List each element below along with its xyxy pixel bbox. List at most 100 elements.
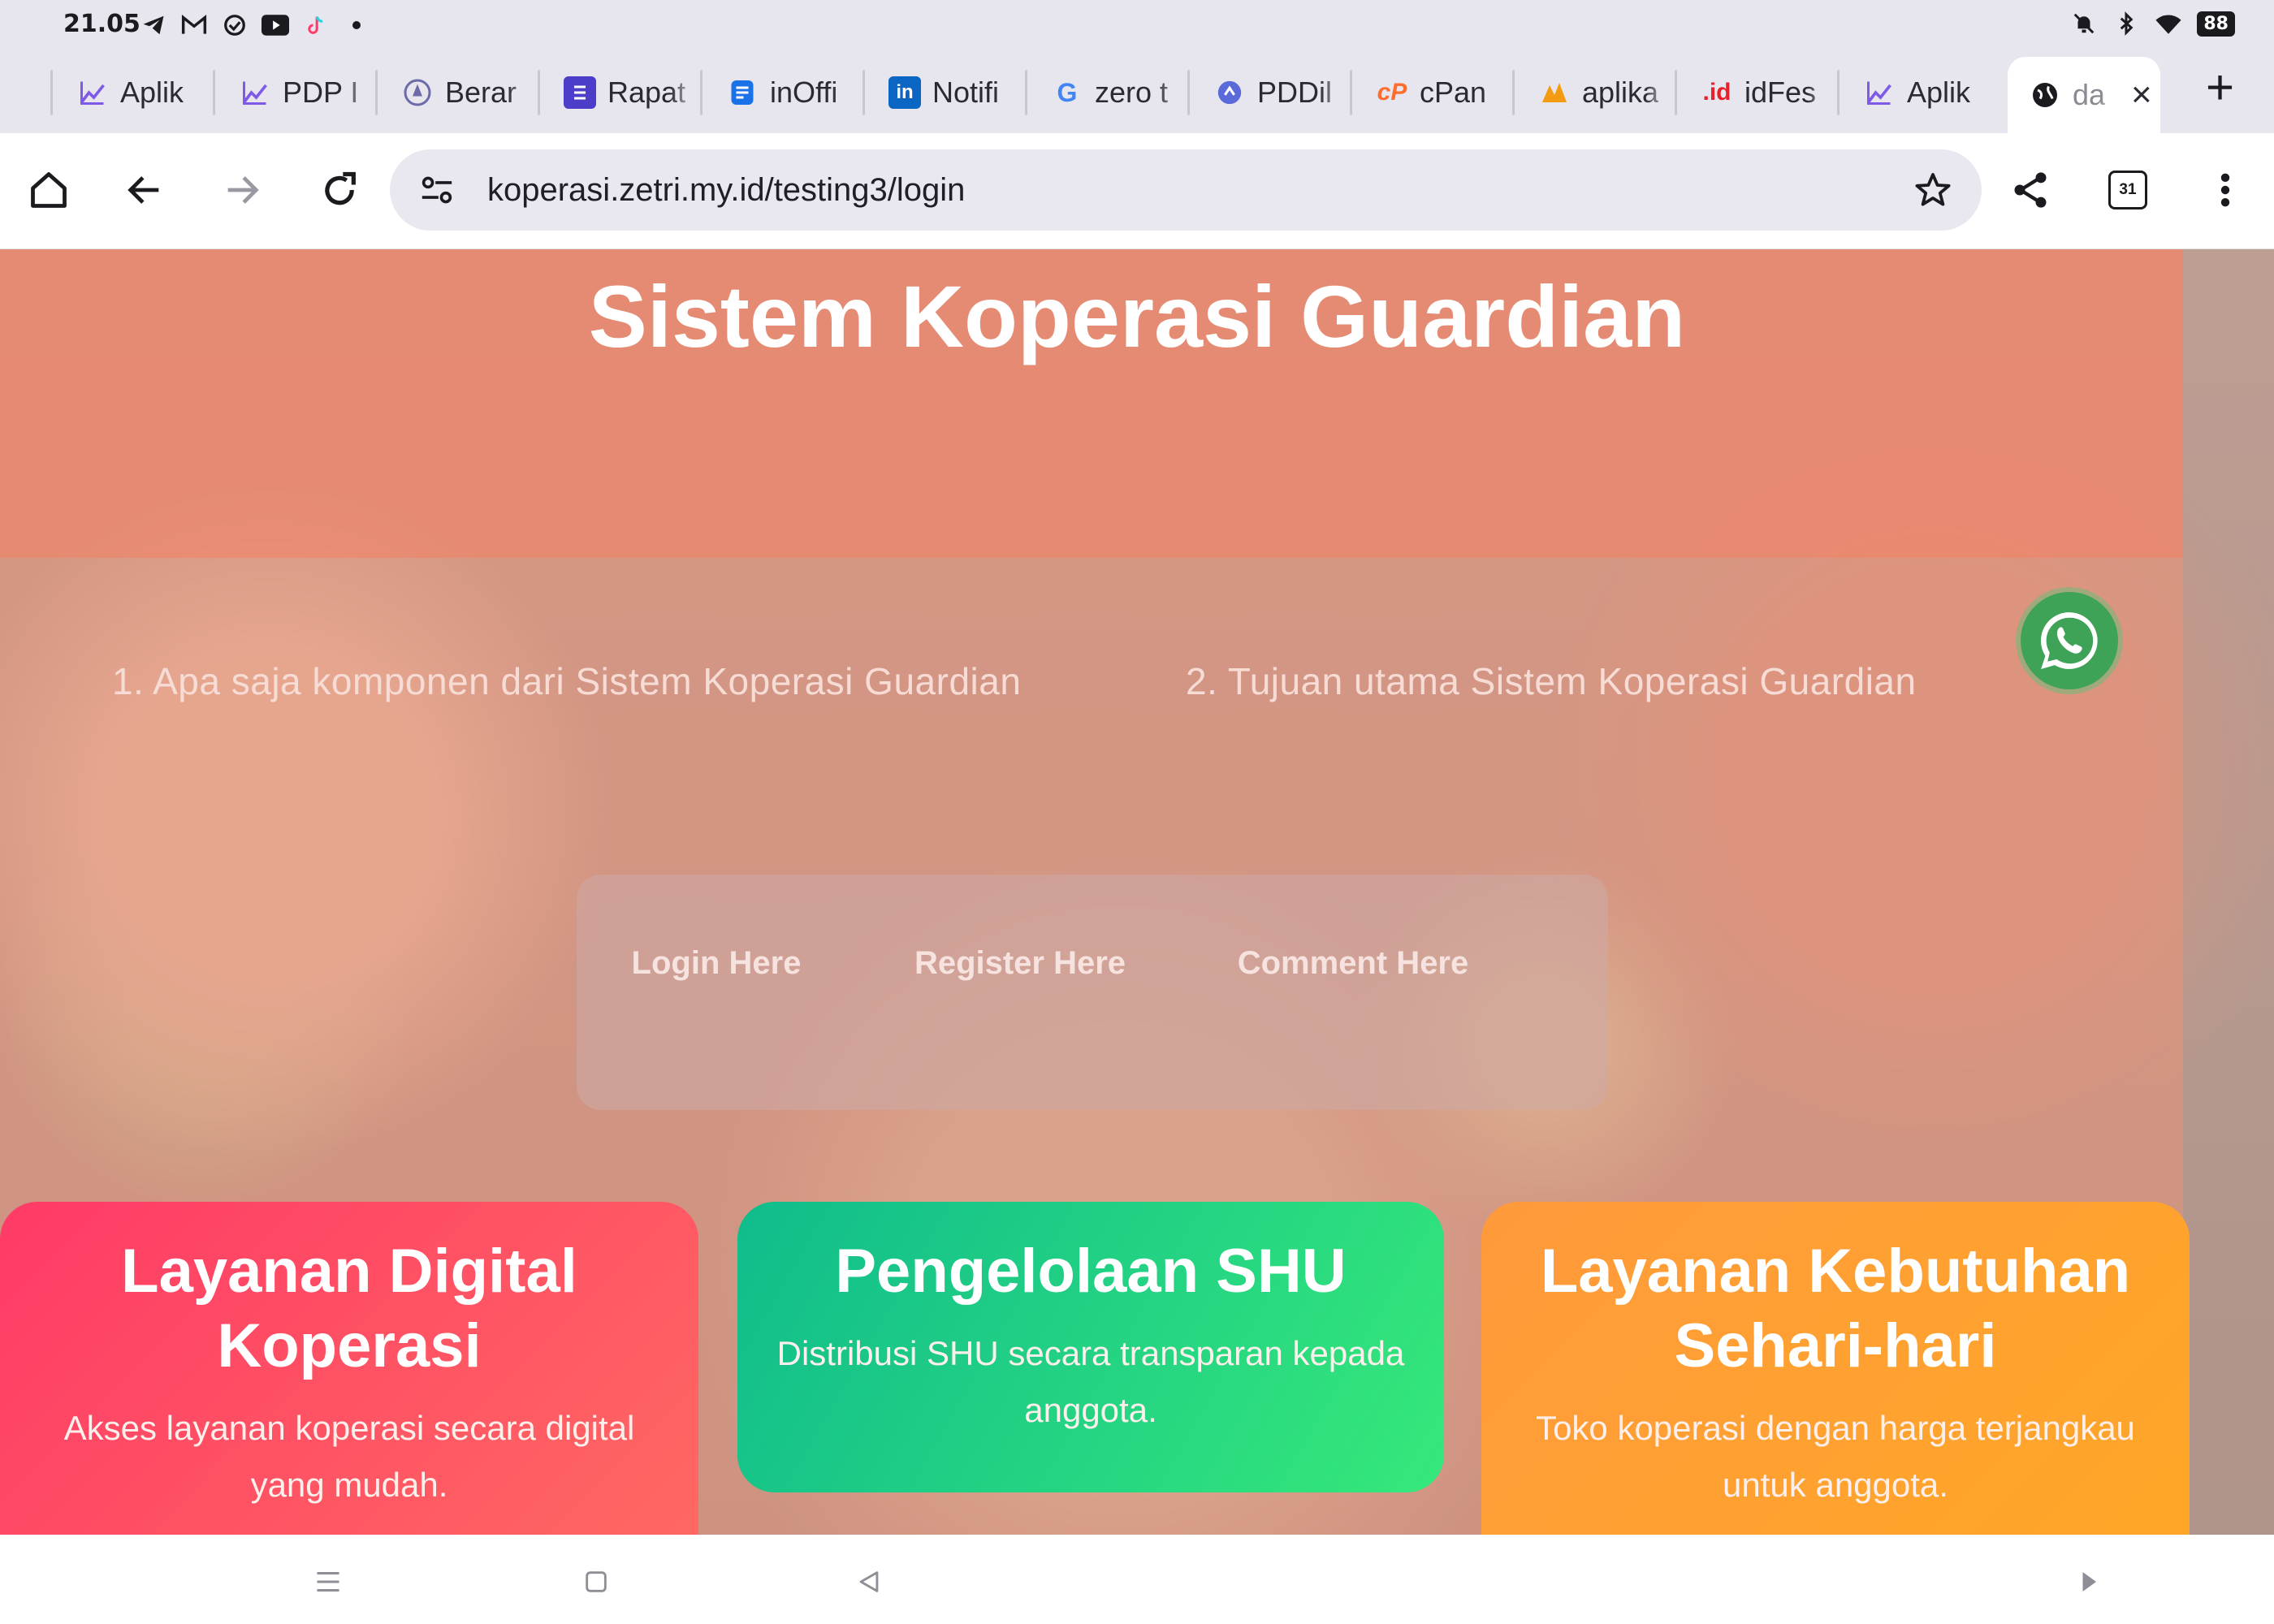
tab-label: Berar xyxy=(445,76,517,109)
tab-label: inOffi xyxy=(770,76,838,109)
card-title: Pengelolaan SHU xyxy=(835,1237,1347,1306)
play-arrow-icon xyxy=(2082,1572,2096,1592)
status-bar: 21.05 88 xyxy=(0,0,2274,52)
tab-switcher-button[interactable]: 31 xyxy=(2102,164,2154,216)
nav-expand-button[interactable] xyxy=(2071,1564,2107,1600)
tab-label: idFes xyxy=(1744,76,1817,109)
page-title: Sistem Koperasi Guardian xyxy=(588,267,1686,365)
triangle-back-icon xyxy=(859,1571,879,1592)
tab-separator xyxy=(213,70,215,115)
card-description: Toko koperasi dengan harga terjangkau un… xyxy=(1536,1409,2135,1504)
telegram-icon xyxy=(140,11,167,39)
pma-favicon-icon xyxy=(1538,76,1571,109)
emblem-favicon-icon xyxy=(401,76,434,109)
back-button[interactable] xyxy=(119,164,171,216)
service-card-kebutuhan: Layanan Kebutuhan Sehari-hari Toko koper… xyxy=(1481,1202,2190,1535)
tab-separator xyxy=(1350,70,1352,115)
register-link[interactable]: Register Here xyxy=(898,939,1142,987)
mute-icon xyxy=(2070,10,2098,37)
doc-favicon-icon xyxy=(726,76,759,109)
whatsapp-icon xyxy=(2040,612,2098,669)
forward-button[interactable] xyxy=(216,164,268,216)
share-icon xyxy=(2014,172,2047,208)
bluetooth-icon xyxy=(2112,10,2140,37)
battery-icon: 88 xyxy=(2197,11,2235,37)
tab-aplik-2[interactable]: Aplik xyxy=(1863,62,2025,123)
tab-separator xyxy=(1675,70,1677,115)
menu-lines-icon xyxy=(317,1572,339,1592)
tab-separator xyxy=(1025,70,1027,115)
list-favicon-icon xyxy=(564,76,596,109)
chart-favicon-icon xyxy=(76,76,109,109)
new-tab-button[interactable]: + xyxy=(2206,63,2234,112)
home-nav-button[interactable] xyxy=(578,1564,614,1600)
chart-favicon-icon xyxy=(1863,76,1896,109)
tab-separator xyxy=(1187,70,1190,115)
back-nav-button[interactable] xyxy=(851,1564,887,1600)
url-bar[interactable]: koperasi.zetri.my.id/testing3/login xyxy=(390,149,1982,231)
comment-link[interactable]: Comment Here xyxy=(1231,939,1475,987)
id-favicon-icon: .id xyxy=(1702,79,1731,106)
status-time: 21.05 xyxy=(63,10,141,38)
service-card-shu: Pengelolaan SHU Distribusi SHU secara tr… xyxy=(737,1202,1444,1492)
square-icon xyxy=(586,1571,607,1592)
close-icon[interactable]: × xyxy=(2131,77,2152,113)
tab-active[interactable]: da × xyxy=(2008,57,2160,133)
faq-link-2[interactable]: 2. Tujuan utama Sistem Koperasi Guardian xyxy=(1186,659,1917,703)
youtube-icon xyxy=(262,11,289,39)
url-text: koperasi.zetri.my.id/testing3/login xyxy=(487,172,966,208)
home-button[interactable] xyxy=(23,164,75,216)
reload-icon xyxy=(325,171,356,205)
menu-button[interactable] xyxy=(2199,164,2251,216)
card-description: Akses layanan koperasi secara digital ya… xyxy=(63,1409,635,1504)
tab-label: aplika xyxy=(1582,76,1659,109)
linkedin-favicon-icon: in xyxy=(888,76,921,109)
whatsapp-button[interactable] xyxy=(2021,592,2118,689)
tab-separator xyxy=(862,70,865,115)
card-title: Layanan Digital Koperasi xyxy=(121,1237,577,1380)
card-description: Distribusi SHU secara transparan kepada … xyxy=(776,1334,1405,1429)
dot-icon xyxy=(343,11,370,39)
globe-icon xyxy=(2029,79,2061,111)
tab-separator xyxy=(538,70,540,115)
home-icon xyxy=(31,172,67,208)
forward-arrow-icon xyxy=(227,176,259,204)
tab-separator xyxy=(1512,70,1515,115)
tab-label: Aplik xyxy=(1907,76,1971,109)
faq-link-1[interactable]: 1. Apa saja komponen dari Sistem Koperas… xyxy=(112,659,1021,703)
browser-toolbar: koperasi.zetri.my.id/testing3/login 31 xyxy=(0,133,2274,250)
card-title: Layanan Kebutuhan Sehari-hari xyxy=(1540,1237,2131,1380)
tab-separator xyxy=(375,70,378,115)
login-link[interactable]: Login Here xyxy=(594,939,838,987)
google-favicon-icon: G xyxy=(1057,77,1078,107)
tab-label: PDDil xyxy=(1257,76,1333,109)
service-card-digital: Layanan Digital Koperasi Akses layanan k… xyxy=(0,1202,698,1535)
more-vert-icon xyxy=(2220,173,2230,207)
tab-count: 31 xyxy=(2108,171,2147,209)
chart-favicon-icon xyxy=(239,76,271,109)
recents-button[interactable] xyxy=(310,1564,346,1600)
bookmark-star-icon[interactable] xyxy=(1913,171,1952,214)
gmail-icon xyxy=(180,11,208,39)
cpanel-favicon-icon: cP xyxy=(1377,79,1407,106)
tab-label: PDP I xyxy=(283,76,359,109)
tab-label: Notifi xyxy=(932,76,1000,109)
hero-side-strip xyxy=(2183,249,2274,1535)
system-navigation-bar xyxy=(0,1535,2274,1624)
share-button[interactable] xyxy=(2004,164,2056,216)
reload-button[interactable] xyxy=(313,164,365,216)
tab-separator xyxy=(700,70,703,115)
tab-strip: Aplik PDP I Berar Rapat inOffi in Notifi… xyxy=(0,52,2274,133)
shield-favicon-icon xyxy=(1213,76,1246,109)
auth-nav-panel: Login Here Register Here Comment Here xyxy=(577,875,1608,1110)
tab-separator xyxy=(1837,70,1840,115)
site-settings-icon[interactable] xyxy=(419,174,455,210)
back-arrow-icon xyxy=(128,176,159,204)
tab-label: zero t xyxy=(1095,76,1169,109)
tab-separator xyxy=(50,70,53,115)
tiktok-icon xyxy=(302,11,330,39)
check-circle-icon xyxy=(221,11,249,39)
web-page: Sistem Koperasi Guardian 1. Apa saja kom… xyxy=(0,249,2274,1535)
tab-label: Rapat xyxy=(607,76,686,109)
tab-label: da xyxy=(2073,78,2106,111)
